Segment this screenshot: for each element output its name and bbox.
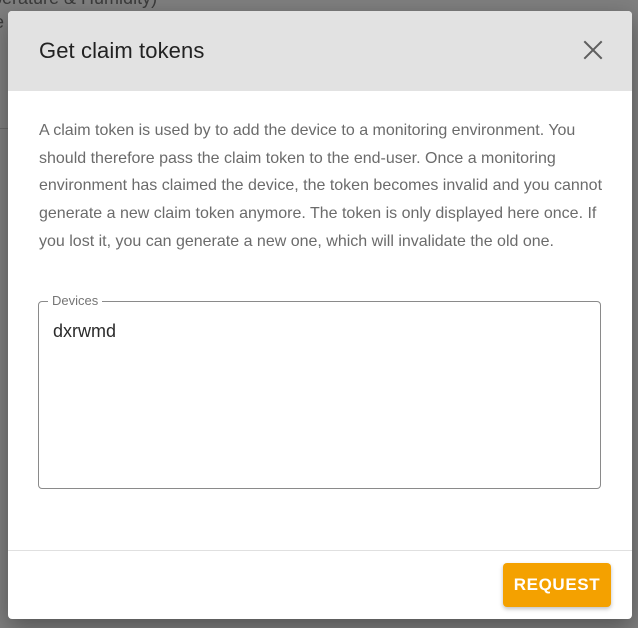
devices-field-value[interactable]: dxrwmd (53, 321, 116, 342)
close-icon (583, 40, 603, 60)
dialog-header: Get claim tokens (8, 11, 632, 91)
dialog-description: A claim token is used by to add the devi… (39, 122, 603, 250)
request-button[interactable]: REQUEST (503, 563, 611, 607)
devices-field-label: Devices (48, 293, 103, 308)
close-button[interactable] (578, 35, 608, 65)
background-device-title: perature & Humidity) (0, 0, 157, 9)
devices-field[interactable]: Devices dxrwmd (38, 293, 601, 489)
dialog-actions-divider (8, 550, 632, 551)
dialog-title: Get claim tokens (39, 38, 205, 63)
claim-tokens-dialog: Get claim tokens A claim token is used b… (8, 11, 632, 619)
background-text: e (0, 12, 4, 33)
request-button-label: REQUEST (513, 575, 601, 594)
background-divider (0, 128, 8, 129)
